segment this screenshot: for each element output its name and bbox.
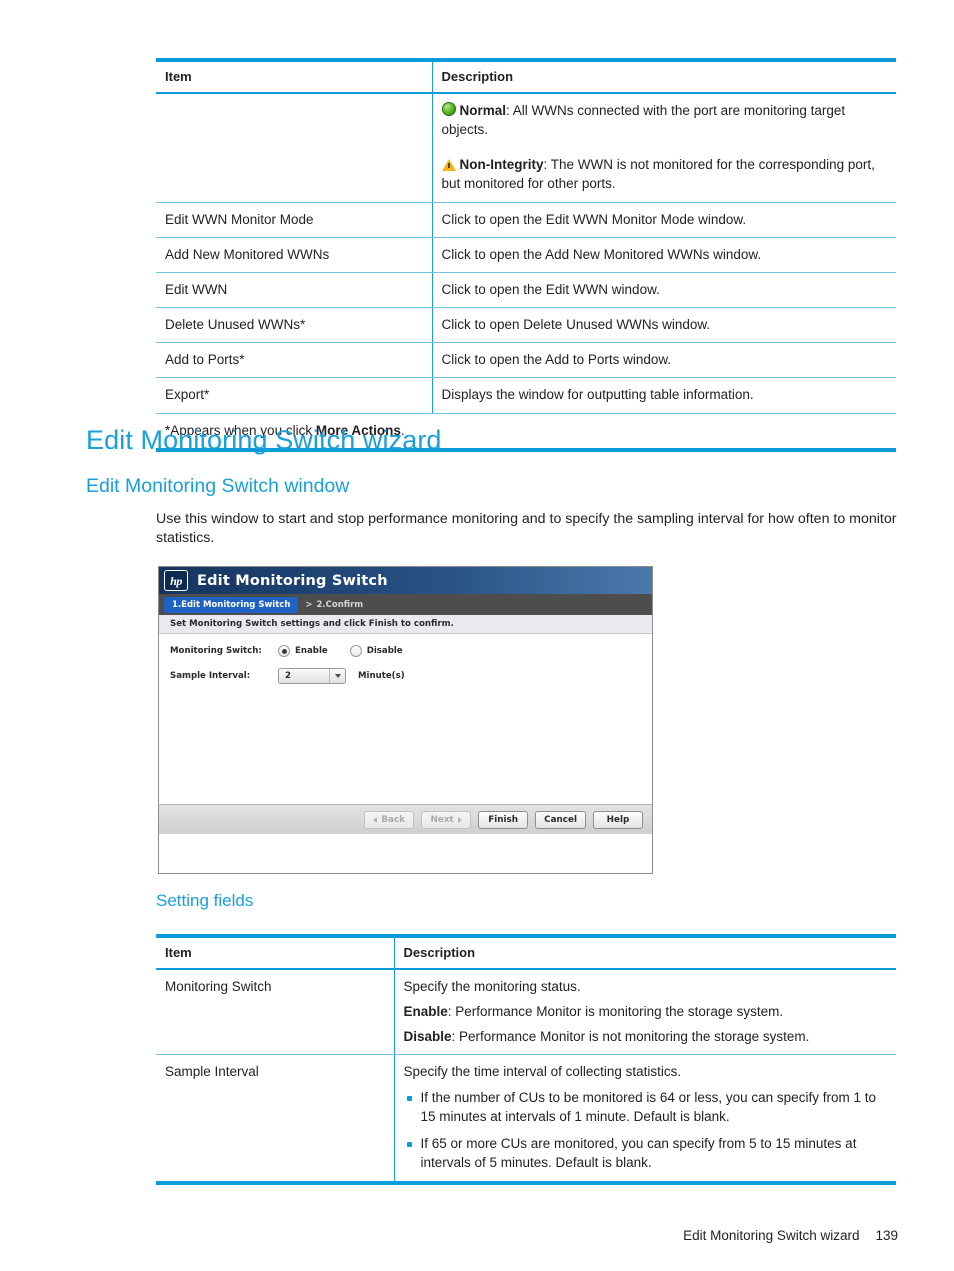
list-item: If the number of CUs to be monitored is … — [404, 1089, 888, 1127]
cell-description: Displays the window for outputting table… — [432, 377, 896, 414]
monitoring-switch-label: Monitoring Switch: — [170, 646, 262, 656]
hp-logo-icon: hp — [164, 570, 188, 591]
footer-page-number: 139 — [875, 1228, 898, 1243]
monitoring-switch-disable-line: Disable: Performance Monitor is not moni… — [404, 1027, 888, 1046]
table-row: Monitoring Switch Specify the monitoring… — [156, 969, 896, 1056]
monitoring-switch-enable-line: Enable: Performance Monitor is monitorin… — [404, 1002, 888, 1021]
table-row: Delete Unused WWNs* Click to open Delete… — [156, 307, 896, 344]
page-title-h1: Edit Monitoring Switch wizard — [86, 425, 442, 455]
table-row: Normal: All WWNs connected with the port… — [156, 93, 896, 203]
sample-interval-select[interactable]: 2 — [278, 668, 346, 684]
sample-interval-value: 2 — [285, 671, 291, 681]
status-nonintegrity-line: Non-Integrity: The WWN is not monitored … — [441, 155, 888, 193]
step-2-confirm[interactable]: 2.Confirm — [317, 600, 364, 610]
dialog-body: Monitoring Switch: Enable Disable Sample… — [159, 634, 652, 834]
cell-item: Edit WWN Monitor Mode — [156, 202, 433, 238]
cell-description: Click to open the Add to Ports window. — [432, 342, 896, 379]
dialog-title: Edit Monitoring Switch — [197, 572, 388, 589]
monitoring-switch-disable-option[interactable]: Disable — [349, 645, 403, 657]
monitoring-switch-enable-option[interactable]: Enable — [278, 645, 328, 657]
intro-paragraph: Use this window to start and stop perfor… — [156, 511, 897, 547]
table-row: Sample Interval Specify the time interva… — [156, 1054, 896, 1184]
monitoring-switch-row: Monitoring Switch: Enable Disable — [170, 645, 652, 657]
status-normal-line: Normal: All WWNs connected with the port… — [441, 101, 888, 139]
back-button[interactable]: Back — [364, 810, 415, 829]
cell-item-sample-interval: Sample Interval — [156, 1054, 395, 1184]
green-circle-icon — [441, 102, 456, 116]
dialog-instruction-text: Set Monitoring Switch settings and click… — [159, 615, 652, 634]
cell-status-descriptions: Normal: All WWNs connected with the port… — [432, 93, 896, 203]
warning-triangle-icon — [441, 159, 456, 172]
cell-description: Click to open the Edit WWN window. — [432, 272, 896, 309]
cell-description-sample-interval: Specify the time interval of collecting … — [394, 1055, 896, 1183]
cell-item: Delete Unused WWNs* — [156, 307, 433, 344]
dialog-titlebar: hp Edit Monitoring Switch — [159, 567, 652, 594]
cell-description: Click to open the Edit WWN Monitor Mode … — [432, 202, 896, 238]
cell-description-monitoring-switch: Specify the monitoring status. Enable: P… — [394, 969, 896, 1056]
dialog-step-breadcrumb: 1.Edit Monitoring Switch > 2.Confirm — [159, 594, 652, 615]
document-page: Item Description Normal: All WWNs connec… — [0, 0, 954, 1271]
edit-monitoring-switch-dialog: hp Edit Monitoring Switch 1.Edit Monitor… — [158, 566, 653, 874]
radio-enable-icon[interactable] — [278, 645, 290, 657]
sample-interval-bullets: If the number of CUs to be monitored is … — [404, 1089, 888, 1174]
cell-description: Click to open Delete Unused WWNs window. — [432, 307, 896, 344]
table-row: Export* Displays the window for outputti… — [156, 377, 896, 414]
next-button[interactable]: Next — [421, 810, 472, 829]
sample-interval-unit: Minute(s) — [358, 671, 405, 681]
enable-text: : Performance Monitor is monitoring the … — [447, 1004, 784, 1020]
setting-fields-table: Item Description Monitoring Switch Speci… — [156, 934, 896, 1186]
chevron-down-icon[interactable] — [329, 669, 345, 683]
table-header-row: Item Description — [156, 60, 896, 94]
column-header-item: Item — [156, 936, 395, 970]
disable-text: : Performance Monitor is not monitoring … — [451, 1029, 810, 1045]
sample-interval-line1: Specify the time interval of collecting … — [403, 1064, 682, 1080]
table-header-row: Item Description — [156, 936, 896, 970]
cancel-button[interactable]: Cancel — [535, 810, 586, 829]
footer-chapter-title: Edit Monitoring Switch wizard — [683, 1228, 860, 1243]
step-1-edit-monitoring-switch[interactable]: 1.Edit Monitoring Switch — [164, 596, 299, 613]
list-item: If 65 or more CUs are monitored, you can… — [404, 1135, 888, 1173]
table-row: Add New Monitored WWNs Click to open the… — [156, 237, 896, 273]
radio-disable-icon[interactable] — [349, 645, 362, 657]
cell-item: Export* — [156, 377, 433, 414]
cell-item: Add to Ports* — [156, 342, 433, 379]
cell-item: Add New Monitored WWNs — [156, 237, 433, 273]
subsection-title-setting-fields: Setting fields — [156, 891, 254, 910]
page-footer: Edit Monitoring Switch wizard 139 — [683, 1228, 898, 1243]
disable-label: Disable — [403, 1029, 452, 1045]
table-row: Add to Ports* Click to open the Add to P… — [156, 342, 896, 379]
column-header-description: Description — [432, 60, 896, 94]
sample-interval-label: Sample Interval: — [170, 671, 251, 681]
column-header-item: Item — [156, 60, 433, 94]
enable-label: Enable — [403, 1004, 448, 1020]
status-normal-label: Normal — [459, 103, 507, 118]
next-button-label: Next — [430, 814, 454, 825]
status-nonintegrity-label: Non-Integrity — [459, 157, 544, 173]
sample-interval-row: Sample Interval: 2 Minute(s) — [170, 668, 652, 684]
section-title-h2: Edit Monitoring Switch window — [86, 475, 350, 497]
cell-item: Edit WWN — [156, 272, 433, 309]
cell-description: Click to open the Add New Monitored WWNs… — [432, 237, 896, 273]
cell-item-monitoring-switch: Monitoring Switch — [156, 969, 395, 1056]
hp-logo-text: hp — [170, 573, 182, 588]
monitoring-switch-line1: Specify the monitoring status. — [403, 979, 581, 994]
radio-disable-label: Disable — [366, 646, 403, 656]
column-header-description: Description — [394, 936, 896, 970]
back-button-label: Back — [381, 814, 405, 825]
help-button[interactable]: Help — [593, 810, 643, 829]
arrow-left-icon — [373, 816, 378, 823]
finish-button[interactable]: Finish — [478, 810, 529, 829]
step-separator-icon: > — [305, 599, 313, 610]
table-row: Edit WWN Click to open the Edit WWN wind… — [156, 272, 896, 309]
cell-item-blank — [156, 93, 433, 203]
radio-enable-label: Enable — [295, 646, 328, 656]
arrow-right-icon — [457, 816, 462, 823]
table-row: Edit WWN Monitor Mode Click to open the … — [156, 202, 896, 238]
wwn-actions-table: Item Description Normal: All WWNs connec… — [156, 58, 896, 452]
dialog-button-bar: Back Next Finish Cancel Help — [159, 804, 652, 834]
